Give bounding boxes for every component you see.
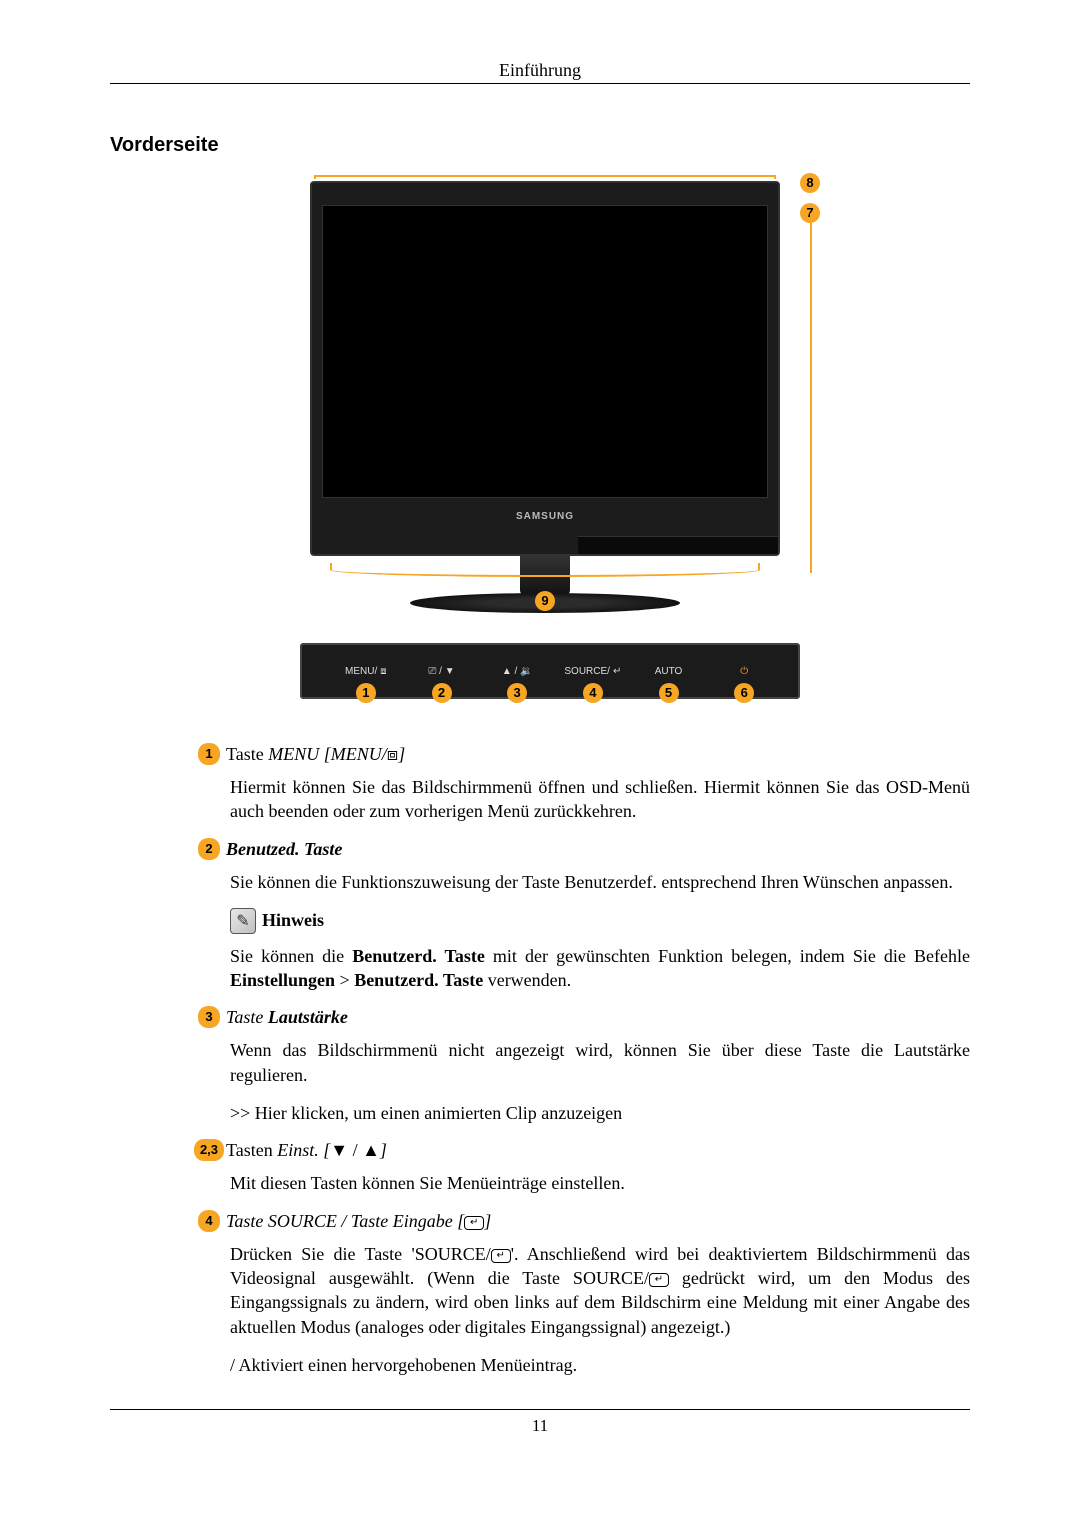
item-4-title: Taste SOURCE / Taste Eingabe [↵] [226, 1210, 491, 1232]
hinweis-label: Hinweis [262, 910, 324, 931]
item-badge-3: 3 [198, 1006, 220, 1028]
page-header: Einführung [110, 60, 970, 84]
enter-icon: ↵ [649, 1273, 669, 1287]
monitor-screen [322, 205, 768, 498]
item-badge-4: 4 [198, 1210, 220, 1232]
callout-badge-2: 2 [432, 683, 452, 703]
legend-menu: MENU/⧈ 1 [328, 666, 404, 677]
legend-volume-up: ▲ / 🔉 3 [479, 666, 555, 677]
description-list: 1 Taste MENU [MENU/⧈] Hiermit können Sie… [230, 743, 970, 1377]
enter-icon: ↵ [491, 1249, 511, 1263]
physical-button-strip [578, 536, 778, 554]
legend-auto: AUTO 5 [631, 666, 707, 677]
item-2-3-paragraph: Mit diesen Tasten können Sie Menüeinträg… [230, 1171, 970, 1195]
item-badge-2-3: 2,3 [194, 1139, 224, 1161]
brand-label: SAMSUNG [312, 511, 778, 522]
item-2-paragraph: Sie können die Funktionszuweisung der Ta… [230, 870, 970, 894]
legend-source: SOURCE/↵ 4 [555, 666, 631, 677]
triangle-down-icon [330, 1140, 348, 1160]
page-number: 11 [532, 1416, 548, 1435]
callout-badge-1: 1 [356, 683, 376, 703]
item-3-paragraph-1: Wenn das Bildschirmmenü nicht angezeigt … [230, 1038, 970, 1087]
item-3-title-row: 3 Taste Lautstärke [192, 1006, 970, 1028]
hinweis-row: ✎ Hinweis [230, 908, 970, 934]
item-2-3-title-row: 2,3 Tasten Einst. [] [192, 1139, 970, 1161]
callout-badge-3: 3 [507, 683, 527, 703]
item-1-title: Taste MENU [MENU/⧈] [226, 743, 405, 765]
item-1-paragraph: Hiermit können Sie das Bildschirmmenü öf… [230, 775, 970, 824]
button-legend-row: MENU/⧈ 1 ⎚ / ▼ 2 ▲ / 🔉 3 SOURCE/↵ 4 AUTO [300, 643, 800, 699]
callout-badge-5: 5 [659, 683, 679, 703]
triangle-up-icon [362, 1140, 380, 1160]
item-1-title-row: 1 Taste MENU [MENU/⧈] [192, 743, 970, 765]
legend-power-icon: ⏻ 6 [706, 666, 782, 677]
item-4-paragraph-2: / Aktiviert einen hervorgehobenen Menüei… [230, 1353, 970, 1377]
note-icon: ✎ [230, 908, 256, 934]
item-2-hinweis-text: Sie können die Benutzerd. Taste mit der … [230, 944, 970, 993]
front-view-figure: SAMSUNG 8 7 9 MENU/⧈ 1 ⎚ / ▼ 2 ▲ / [110, 173, 970, 703]
callout-badge-4: 4 [583, 683, 603, 703]
enter-icon: ↵ [464, 1216, 484, 1230]
item-4-paragraph-1: Drücken Sie die Taste 'SOURCE/↵'. Anschl… [230, 1242, 970, 1339]
page-footer: 11 [110, 1409, 970, 1436]
item-2-title: Benutzed. Taste [226, 838, 342, 860]
item-badge-2: 2 [198, 838, 220, 860]
item-2-title-row: 2 Benutzed. Taste [192, 838, 970, 860]
callout-badge-9: 9 [535, 591, 555, 611]
section-title-vorderseite: Vorderseite [110, 134, 970, 157]
callout-badge-8: 8 [800, 173, 820, 193]
item-4-title-row: 4 Taste SOURCE / Taste Eingabe [↵] [192, 1210, 970, 1232]
callout-badge-6: 6 [734, 683, 754, 703]
item-2-3-title: Tasten Einst. [] [226, 1139, 387, 1161]
item-3-paragraph-2: >> Hier klicken, um einen animierten Cli… [230, 1101, 970, 1125]
item-badge-1: 1 [198, 743, 220, 765]
item-3-title: Taste Lautstärke [226, 1006, 348, 1028]
monitor-body: SAMSUNG [310, 181, 780, 556]
legend-custom-down: ⎚ / ▼ 2 [404, 666, 480, 677]
